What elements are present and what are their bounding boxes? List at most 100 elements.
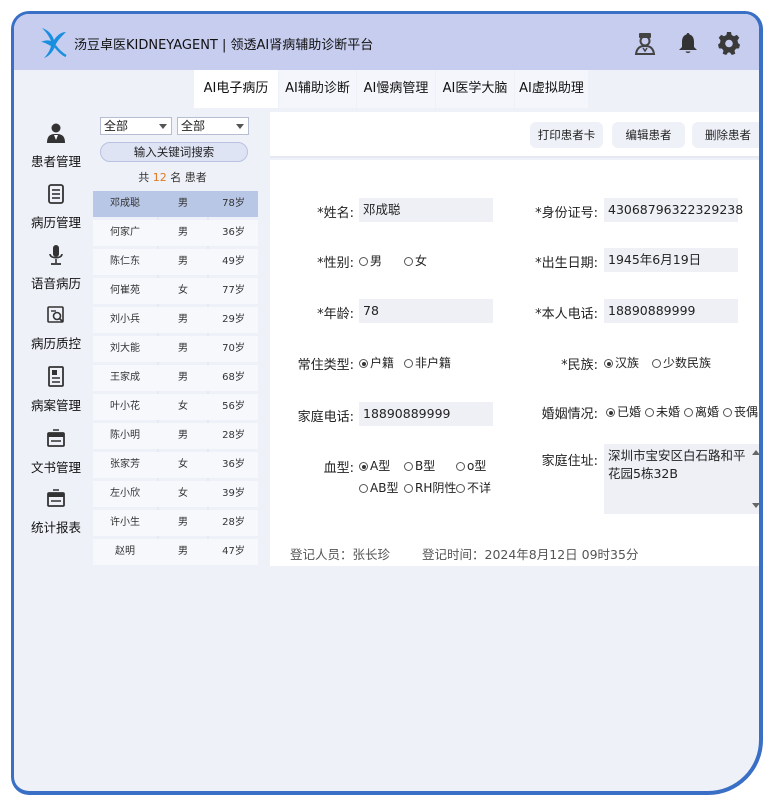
patient-name: 邓成聪	[110, 198, 140, 209]
registrar-text: 登记人员：张长珍	[290, 547, 391, 562]
nav-quality-control[interactable]: 病历质控	[23, 300, 89, 358]
patient-sex: 女	[178, 459, 188, 470]
sex-female-radio[interactable]: 女	[404, 252, 427, 269]
table-row[interactable]: 张家芳 女 36岁	[93, 452, 258, 478]
patient-sex: 男	[178, 343, 188, 354]
table-row[interactable]: 邓成聪 男 78岁	[93, 191, 258, 217]
id-field[interactable]: 43068796322329238	[604, 198, 743, 222]
patient-age: 56岁	[222, 401, 245, 412]
tab-chronic[interactable]: AI慢病管理	[357, 70, 435, 108]
id-label: *身份证号:	[535, 206, 598, 221]
app-title: 汤豆卓医KIDNEYAGENT | 领透AI肾病辅助诊断平台	[74, 38, 374, 53]
table-row[interactable]: 刘大能 男 70岁	[93, 336, 258, 362]
patient-age: 29岁	[222, 314, 245, 325]
nav-statistics[interactable]: 统计报表	[23, 484, 89, 542]
filter-select-2[interactable]: 全部	[177, 117, 249, 135]
patient-age: 39岁	[222, 488, 245, 499]
sex-male-radio[interactable]: 男	[359, 252, 382, 269]
marital-widowed-radio[interactable]: 丧偶	[723, 403, 758, 420]
inspect-icon	[47, 306, 64, 323]
tab-emr[interactable]: AI电子病历	[194, 70, 278, 108]
residence-nonlocal-radio[interactable]: 非户籍	[404, 354, 451, 371]
patient-age: 36岁	[222, 227, 245, 238]
patient-age: 47岁	[222, 546, 245, 557]
logo-icon	[41, 28, 67, 58]
print-patient-card-button[interactable]: 打印患者卡	[530, 122, 603, 148]
patient-name: 何家广	[110, 227, 140, 238]
address-textarea[interactable]: 深圳市宝安区白石路和平花园5栋32B	[604, 444, 759, 514]
blood-ab-radio[interactable]: AB型	[359, 479, 398, 496]
blood-a-radio[interactable]: A型	[359, 457, 390, 474]
chevron-down-icon	[236, 124, 244, 129]
table-row[interactable]: 陈小明 男 28岁	[93, 423, 258, 449]
sex-label: *性别:	[317, 256, 354, 271]
nav-document-management[interactable]: 文书管理	[23, 424, 89, 482]
patient-sex: 男	[178, 372, 188, 383]
blood-b-radio[interactable]: B型	[404, 457, 435, 474]
phone-field[interactable]: 18890889999	[604, 299, 738, 323]
ethnic-han-radio[interactable]: 汉族	[604, 354, 639, 371]
ethnic-minority-radio[interactable]: 少数民族	[652, 354, 711, 371]
table-row[interactable]: 陈仁东 男 49岁	[93, 249, 258, 275]
name-field[interactable]: 邓成聪	[359, 198, 493, 222]
patient-sex: 女	[178, 285, 188, 296]
age-label: *年龄:	[317, 307, 354, 322]
patient-name: 叶小花	[110, 401, 140, 412]
residence-local-radio[interactable]: 户籍	[359, 354, 394, 371]
marital-divorced-radio[interactable]: 离婚	[684, 403, 719, 420]
microphone-icon	[49, 245, 63, 265]
tab-assistant[interactable]: AI虚拟助理	[515, 70, 588, 108]
gear-icon[interactable]	[717, 31, 741, 55]
nav-patient-management[interactable]: 患者管理	[23, 118, 89, 176]
filter-select-1[interactable]: 全部	[100, 117, 172, 135]
file-icon	[48, 366, 64, 387]
patient-age: 36岁	[222, 459, 245, 470]
blood-rh-radio[interactable]: RH阴性	[404, 479, 456, 496]
marital-married-radio[interactable]: 已婚	[606, 403, 641, 420]
nav-record-management[interactable]: 病历管理	[23, 179, 89, 237]
address-label: 家庭住址:	[541, 454, 598, 469]
age-field[interactable]: 78	[359, 299, 493, 323]
doctor-icon[interactable]	[633, 31, 657, 55]
patient-sex: 男	[178, 546, 188, 557]
patient-name: 陈小明	[110, 430, 140, 441]
dob-field[interactable]: 1945年6月19日	[604, 248, 738, 272]
table-row[interactable]: 左小欣 女 39岁	[93, 481, 258, 507]
table-row[interactable]: 叶小花 女 56岁	[93, 394, 258, 420]
patient-name: 刘小兵	[110, 314, 140, 325]
table-row[interactable]: 王家成 男 68岁	[93, 365, 258, 391]
blood-unknown-radio[interactable]: 不详	[456, 479, 491, 496]
nav-voice-record[interactable]: 语音病历	[23, 240, 89, 298]
table-row[interactable]: 赵明 男 47岁	[93, 539, 258, 565]
delete-patient-button[interactable]: 删除患者	[692, 122, 759, 148]
name-label: *姓名:	[317, 206, 354, 221]
scroll-down-icon[interactable]	[752, 503, 759, 508]
patient-sex: 男	[178, 198, 188, 209]
patient-age: 68岁	[222, 372, 245, 383]
table-row[interactable]: 何崔苑 女 77岁	[93, 278, 258, 304]
patient-name: 赵明	[115, 546, 135, 557]
blood-label: 血型:	[323, 461, 354, 476]
chevron-down-icon	[159, 124, 167, 129]
table-row[interactable]: 许小生 男 28岁	[93, 510, 258, 536]
tab-diagnosis[interactable]: AI辅助诊断	[279, 70, 356, 108]
tab-brain[interactable]: AI医学大脑	[436, 70, 514, 108]
table-row[interactable]: 刘小兵 男 29岁	[93, 307, 258, 333]
dob-label: *出生日期:	[535, 256, 598, 271]
bell-icon[interactable]	[676, 31, 700, 55]
home-phone-field[interactable]: 18890889999	[359, 402, 493, 426]
patient-name: 许小生	[110, 517, 140, 528]
patient-sex: 男	[178, 256, 188, 267]
folder-icon	[47, 429, 65, 447]
keyword-search-button[interactable]: 输入关键词搜索	[100, 142, 248, 162]
edit-patient-button[interactable]: 编辑患者	[612, 122, 685, 148]
patient-name: 刘大能	[110, 343, 140, 354]
nav-case-management[interactable]: 病案管理	[23, 362, 89, 420]
patient-age: 70岁	[222, 343, 245, 354]
marital-single-radio[interactable]: 未婚	[645, 403, 680, 420]
patient-age: 77岁	[222, 285, 245, 296]
scroll-up-icon[interactable]	[752, 450, 759, 455]
table-row[interactable]: 何家广 男 36岁	[93, 220, 258, 246]
blood-o-radio[interactable]: o型	[456, 457, 486, 474]
patient-sex: 女	[178, 401, 188, 412]
